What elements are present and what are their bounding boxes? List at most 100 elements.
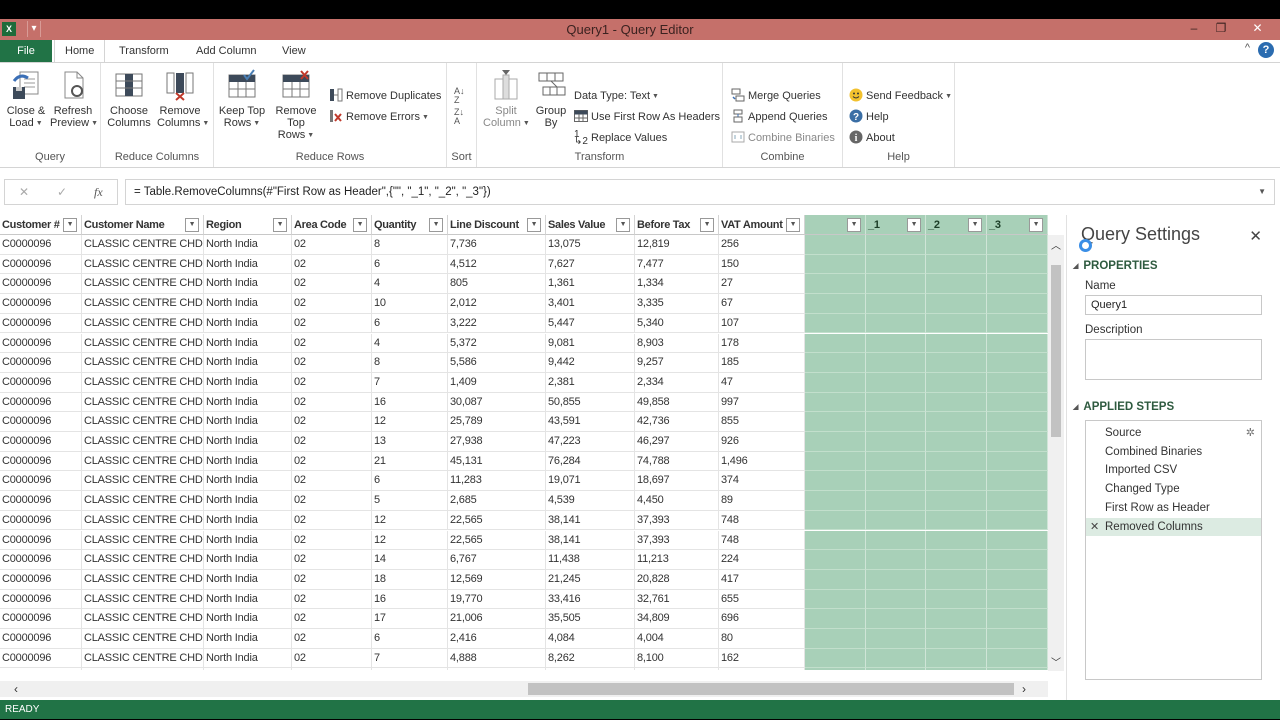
table-cell[interactable]: 7 xyxy=(372,648,448,669)
use-first-row-as-headers-button[interactable]: Use First Row As Headers xyxy=(574,108,720,126)
table-cell[interactable]: C0000096 xyxy=(0,629,82,649)
table-cell[interactable]: 22,565 xyxy=(448,530,546,551)
table-cell[interactable]: 02 xyxy=(292,254,372,275)
table-cell[interactable]: 18,697 xyxy=(635,471,719,492)
table-cell[interactable]: CLASSIC CENTRE CHD xyxy=(82,451,204,472)
table-cell[interactable]: 4,888 xyxy=(448,648,546,669)
table-cell[interactable]: CLASSIC CENTRE CHD xyxy=(82,254,204,275)
table-cell[interactable] xyxy=(987,491,1048,511)
column-header[interactable]: _2 ▼ xyxy=(926,215,987,235)
table-cell[interactable]: 3,222 xyxy=(448,313,546,334)
table-cell[interactable]: 34,809 xyxy=(635,609,719,629)
table-cell[interactable] xyxy=(805,353,866,373)
scroll-up-icon[interactable]: ︿ xyxy=(1048,237,1064,252)
table-cell[interactable]: 5,447 xyxy=(546,313,635,334)
table-cell[interactable] xyxy=(987,471,1048,492)
filter-dropdown-icon[interactable]: ▼ xyxy=(847,218,861,232)
table-cell[interactable] xyxy=(866,254,926,275)
table-cell[interactable]: 43,591 xyxy=(546,412,635,432)
table-cell[interactable] xyxy=(805,254,866,275)
table-cell[interactable]: 27 xyxy=(719,274,805,295)
table-cell[interactable]: 2,012 xyxy=(448,294,546,314)
table-cell[interactable]: CLASSIC CENTRE CHD xyxy=(82,550,204,570)
fx-icon[interactable]: fx xyxy=(94,185,103,200)
table-cell[interactable]: C0000096 xyxy=(0,550,82,570)
table-cell[interactable]: 8,262 xyxy=(546,648,635,669)
table-cell[interactable] xyxy=(926,648,987,669)
table-cell[interactable]: 02 xyxy=(292,372,372,393)
table-cell[interactable]: CLASSIC CENTRE CHD xyxy=(82,629,204,649)
remove-columns-button[interactable]: Remove Columns ▼ xyxy=(157,67,209,130)
table-cell[interactable]: 997 xyxy=(719,392,805,413)
table-cell[interactable] xyxy=(987,372,1048,393)
table-cell[interactable]: C0000096 xyxy=(0,668,82,670)
table-cell[interactable]: 10 xyxy=(372,294,448,314)
table-cell[interactable] xyxy=(926,510,987,531)
table-cell[interactable]: 162 xyxy=(719,648,805,669)
table-cell[interactable] xyxy=(926,294,987,314)
table-cell[interactable]: 02 xyxy=(292,412,372,432)
table-cell[interactable]: 21,006 xyxy=(448,609,546,629)
table-cell[interactable]: 2,334 xyxy=(635,372,719,393)
vertical-scroll-thumb[interactable] xyxy=(1051,265,1061,437)
table-cell[interactable] xyxy=(926,412,987,432)
table-cell[interactable]: 11,438 xyxy=(546,550,635,570)
table-cell[interactable] xyxy=(866,392,926,413)
table-cell[interactable]: 38,141 xyxy=(546,510,635,531)
applied-step[interactable]: Combined Binaries xyxy=(1086,443,1261,462)
table-cell[interactable]: 25,789 xyxy=(448,412,546,432)
scroll-left-icon[interactable]: ‹ xyxy=(14,681,18,697)
table-cell[interactable]: 107 xyxy=(719,313,805,334)
table-cell[interactable]: CLASSIC CENTRE CHD xyxy=(82,313,204,334)
table-cell[interactable]: 02 xyxy=(292,629,372,649)
table-cell[interactable] xyxy=(926,609,987,629)
table-cell[interactable] xyxy=(805,510,866,531)
table-cell[interactable] xyxy=(866,491,926,511)
table-cell[interactable]: 12 xyxy=(372,530,448,551)
table-cell[interactable] xyxy=(926,668,987,670)
table-cell[interactable]: CLASSIC CENTRE CHD xyxy=(82,471,204,492)
table-cell[interactable] xyxy=(866,313,926,334)
table-cell[interactable]: C0000096 xyxy=(0,274,82,295)
table-cell[interactable] xyxy=(926,550,987,570)
column-header[interactable]: Region ▼ xyxy=(204,215,292,235)
table-cell[interactable]: North India xyxy=(204,392,292,413)
table-cell[interactable] xyxy=(926,530,987,551)
table-cell[interactable] xyxy=(866,353,926,373)
table-cell[interactable]: CLASSIC CENTRE CHD xyxy=(82,569,204,590)
table-cell[interactable] xyxy=(805,333,866,354)
table-cell[interactable] xyxy=(805,668,866,670)
table-cell[interactable]: CLASSIC CENTRE CHD xyxy=(82,432,204,452)
filter-dropdown-icon[interactable]: ▼ xyxy=(527,218,541,232)
table-cell[interactable]: 5,786 xyxy=(635,668,719,670)
table-cell[interactable] xyxy=(866,569,926,590)
table-cell[interactable]: North India xyxy=(204,569,292,590)
about-button[interactable]: i About xyxy=(849,129,895,147)
table-cell[interactable]: C0000096 xyxy=(0,412,82,432)
table-cell[interactable] xyxy=(805,491,866,511)
table-cell[interactable] xyxy=(926,569,987,590)
table-cell[interactable]: 16 xyxy=(372,589,448,610)
table-cell[interactable]: 3,335 xyxy=(635,294,719,314)
table-cell[interactable]: 13 xyxy=(372,432,448,452)
table-cell[interactable]: 11,213 xyxy=(635,550,719,570)
table-cell[interactable]: 7 xyxy=(372,372,448,393)
column-header[interactable]: Before Tax ▼ xyxy=(635,215,719,235)
replace-values-button[interactable]: 1 ↳2 Replace Values xyxy=(574,129,667,147)
send-feedback-button[interactable]: Send Feedback ▼ xyxy=(849,87,952,105)
table-cell[interactable] xyxy=(926,235,987,255)
table-cell[interactable]: 46,297 xyxy=(635,432,719,452)
sort-ascending-button[interactable]: A↓ Z xyxy=(454,87,470,105)
table-cell[interactable] xyxy=(987,412,1048,432)
table-cell[interactable]: C0000096 xyxy=(0,235,82,255)
tab-view[interactable]: View xyxy=(272,40,316,62)
group-by-button[interactable]: Group By xyxy=(529,67,573,129)
table-cell[interactable]: North India xyxy=(204,648,292,669)
table-cell[interactable] xyxy=(866,432,926,452)
table-cell[interactable] xyxy=(987,294,1048,314)
table-cell[interactable] xyxy=(805,372,866,393)
table-cell[interactable] xyxy=(987,510,1048,531)
table-cell[interactable] xyxy=(987,648,1048,669)
table-cell[interactable] xyxy=(805,313,866,334)
table-cell[interactable]: 805 xyxy=(448,274,546,295)
